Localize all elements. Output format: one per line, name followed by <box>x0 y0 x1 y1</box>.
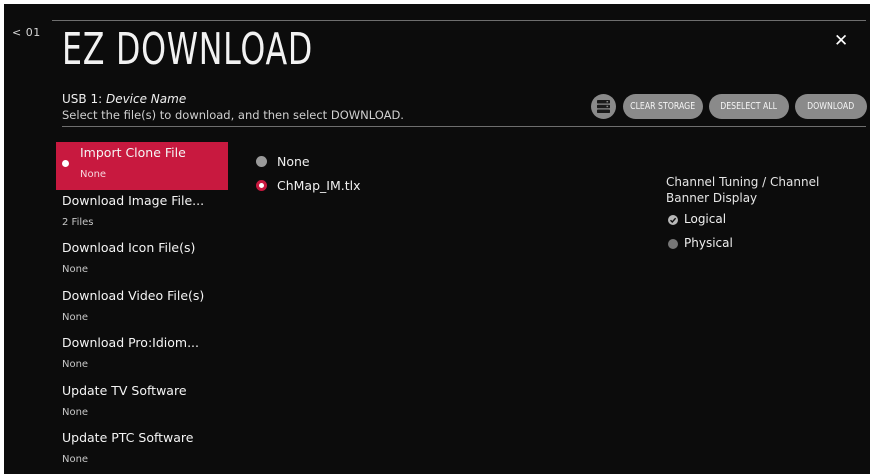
selected-dot-icon <box>62 160 69 167</box>
device-name: Device Name <box>105 92 187 106</box>
category-menu: Import Clone File None Download Image Fi… <box>56 142 228 475</box>
radio-on-icon <box>256 180 267 191</box>
instruction-text: Select the file(s) to download, and then… <box>62 108 404 122</box>
menu-item-label: Download Image File... <box>62 192 205 208</box>
menu-item-status: None <box>62 406 89 418</box>
file-option-label: ChMap_IM.tlx <box>277 178 361 193</box>
menu-item-label: Import Clone File <box>80 145 186 160</box>
menu-item-status: 2 Files <box>62 216 94 228</box>
menu-item-status: None <box>62 454 89 465</box>
menu-item-label: Download Video File(s) <box>62 287 205 303</box>
menu-item-label: Update TV Software <box>62 382 187 398</box>
menu-item-download-image-file[interactable]: Download Image File... 2 Files <box>56 190 228 238</box>
radio-off-icon <box>256 156 267 167</box>
setting-option-label: Physical <box>684 236 733 250</box>
storage-icon <box>597 100 610 113</box>
usb-prefix: USB 1: <box>62 92 106 106</box>
menu-item-download-icon-files[interactable]: Download Icon File(s) None <box>56 237 228 285</box>
check-radio-icon <box>668 215 678 225</box>
deselect-all-button[interactable]: DESELECT ALL <box>709 94 789 119</box>
radio-off-icon <box>668 239 678 249</box>
menu-item-label: Download Icon File(s) <box>62 240 196 255</box>
back-button[interactable]: < 01 <box>12 26 41 39</box>
screen: < 01 EZ DOWNLOAD ✕ USB 1: Device Name Se… <box>0 0 870 474</box>
menu-item-update-ptc-software[interactable]: Update PTC Software None <box>56 427 228 475</box>
download-button[interactable]: DOWNLOAD <box>795 94 867 119</box>
menu-item-label: Update PTC Software <box>62 430 194 445</box>
menu-item-status: None <box>62 311 89 323</box>
menu-item-download-pro-idiom[interactable]: Download Pro:Idiom... None <box>56 332 228 380</box>
deselect-all-label: DESELECT ALL <box>720 101 778 112</box>
setting-option-label: Logical <box>684 212 727 226</box>
clear-storage-button[interactable]: CLEAR STORAGE <box>623 94 703 119</box>
menu-item-status: None <box>80 169 107 180</box>
file-option-label: None <box>277 154 310 169</box>
title-divider <box>52 20 866 21</box>
menu-item-label: Download Pro:Idiom... <box>62 335 199 350</box>
header-divider <box>62 126 866 127</box>
menu-item-status: None <box>62 264 89 275</box>
menu-item-update-tv-software[interactable]: Update TV Software None <box>56 380 228 428</box>
page-title: EZ DOWNLOAD <box>62 24 314 75</box>
clear-storage-label: CLEAR STORAGE <box>630 101 696 112</box>
menu-item-download-video-files[interactable]: Download Video File(s) None <box>56 285 228 333</box>
storage-button[interactable] <box>591 94 616 119</box>
channel-display-setting-title: Channel Tuning / Channel Banner Display <box>666 175 820 205</box>
download-label: DOWNLOAD <box>807 101 855 112</box>
menu-item-import-clone-file[interactable]: Import Clone File None <box>56 142 228 190</box>
close-icon[interactable]: ✕ <box>834 31 848 51</box>
menu-item-status: None <box>62 359 89 370</box>
usb-device-label: USB 1: Device Name <box>62 92 186 106</box>
